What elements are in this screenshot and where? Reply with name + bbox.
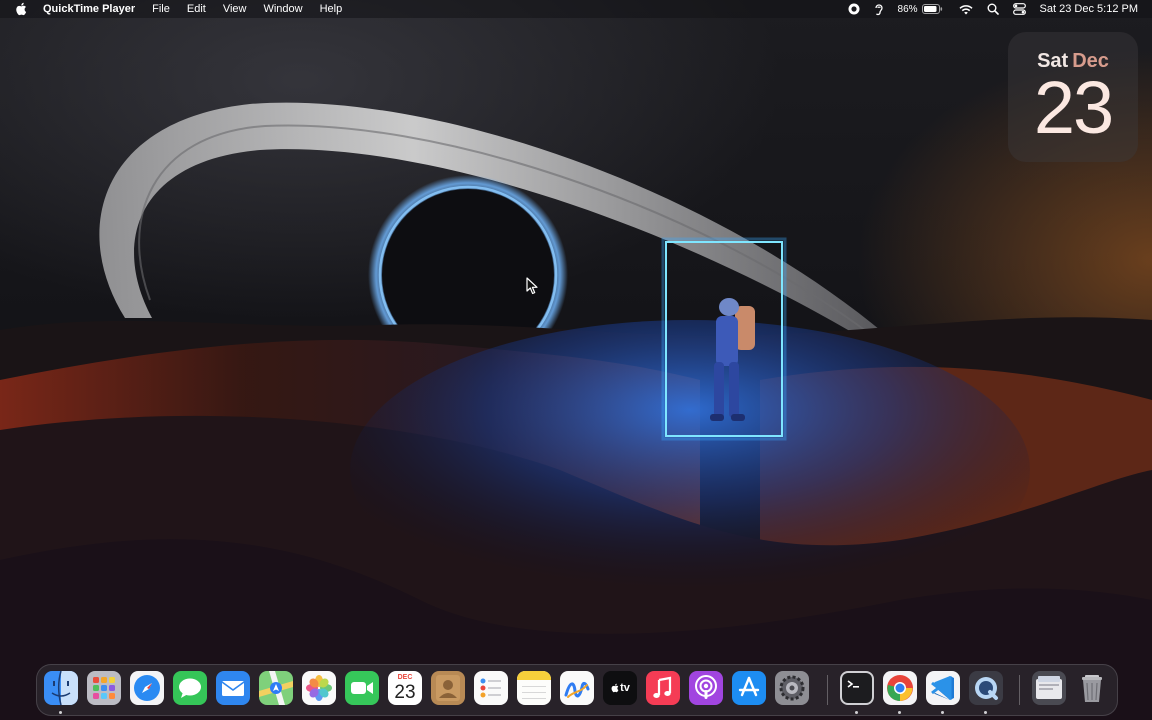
dock-running-indicator	[59, 711, 62, 714]
dock-facetime-icon[interactable]	[345, 671, 379, 705]
desktop-wallpaper	[0, 0, 1152, 720]
dock-quicktime-icon[interactable]	[969, 671, 1003, 705]
dock-photos-icon[interactable]	[302, 671, 336, 705]
apple-icon[interactable]	[14, 2, 28, 16]
dock-podcasts-icon[interactable]	[689, 671, 723, 705]
tv-label: tv	[620, 682, 630, 694]
menu-help[interactable]: Help	[320, 3, 343, 15]
hearing-icon[interactable]	[874, 0, 884, 18]
dock-calendar-date: 23	[394, 682, 416, 703]
dock-calendar-month: DEC	[397, 674, 413, 681]
menu-bar-clock[interactable]: Sat 23 Dec 5:12 PM	[1040, 3, 1138, 15]
battery-icon[interactable]	[921, 4, 943, 14]
widget-date: 23	[1033, 66, 1114, 149]
dock-running-indicator	[855, 711, 858, 714]
dock-system-settings-icon[interactable]	[775, 671, 809, 705]
dock-vscode-icon[interactable]	[926, 671, 960, 705]
screen-recording-icon[interactable]	[848, 0, 860, 18]
wifi-icon[interactable]	[959, 0, 973, 18]
menu-edit[interactable]: Edit	[187, 3, 206, 15]
dock-app-store-icon[interactable]	[732, 671, 766, 705]
dock-separator	[1019, 675, 1020, 705]
dock-terminal-icon[interactable]	[840, 671, 874, 705]
dock-separator	[827, 675, 828, 705]
menu-app-name[interactable]: QuickTime Player	[43, 3, 135, 15]
calendar-widget[interactable]: Sat Dec 23	[1008, 32, 1138, 162]
dock-trash-icon[interactable]	[1075, 671, 1109, 705]
dock-music-icon[interactable]	[646, 671, 680, 705]
menu-window[interactable]: Window	[263, 3, 302, 15]
control-center-icon[interactable]	[1012, 0, 1026, 18]
battery-percentage: 86%	[897, 3, 918, 15]
dock-mail-icon[interactable]	[216, 671, 250, 705]
spotlight-search-icon[interactable]	[987, 0, 999, 18]
dock-documents-stack-icon[interactable]	[1032, 671, 1066, 705]
menu-bar: QuickTime Player File Edit View Window H…	[0, 0, 1152, 18]
dock-messages-icon[interactable]	[173, 671, 207, 705]
dock-notes-icon[interactable]	[517, 671, 551, 705]
dock-contacts-icon[interactable]	[431, 671, 465, 705]
dock-running-indicator	[898, 711, 901, 714]
tv-apple-icon	[611, 683, 619, 693]
mouse-cursor-icon	[526, 277, 540, 295]
dock-reminders-icon[interactable]	[474, 671, 508, 705]
dock-freeform-icon[interactable]	[560, 671, 594, 705]
dock-launchpad-icon[interactable]	[87, 671, 121, 705]
dock-tv-icon[interactable]: tv	[603, 671, 637, 705]
dock-chrome-icon[interactable]	[883, 671, 917, 705]
dock-running-indicator	[941, 711, 944, 714]
dock-maps-icon[interactable]	[259, 671, 293, 705]
menu-file[interactable]: File	[152, 3, 170, 15]
menu-bar-left: QuickTime Player File Edit View Window H…	[0, 0, 359, 18]
menu-bar-right: 86% Sat 23 Dec 5:12 PM	[834, 0, 1152, 18]
dock-safari-icon[interactable]	[130, 671, 164, 705]
menu-view[interactable]: View	[223, 3, 247, 15]
dock: DEC 23 tv	[36, 664, 1118, 716]
tv-logo: tv	[603, 671, 637, 705]
dock-running-indicator	[984, 711, 987, 714]
dock-finder-icon[interactable]	[44, 671, 78, 705]
wallpaper-art	[0, 102, 1152, 720]
dock-calendar-icon[interactable]: DEC 23	[388, 671, 422, 705]
